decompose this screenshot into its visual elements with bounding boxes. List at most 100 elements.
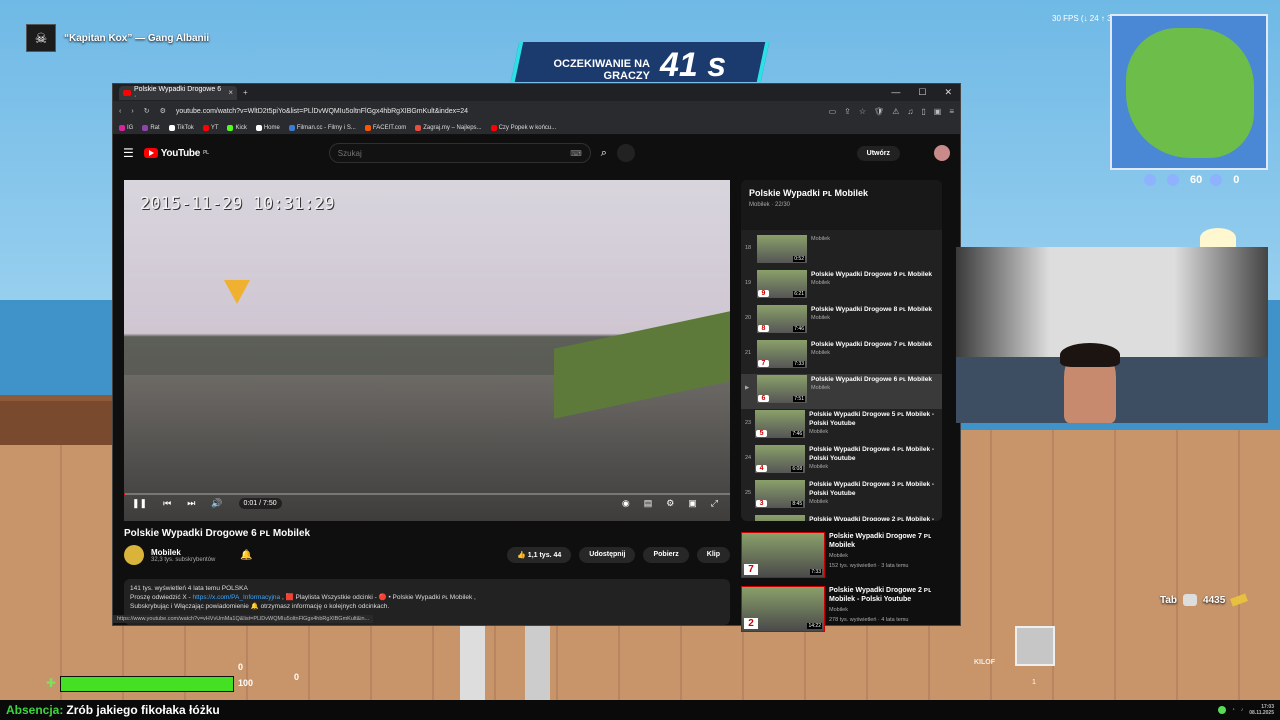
fullscreen-icon[interactable]: ⤢ (711, 498, 718, 509)
search-icon[interactable]: ⌕ (601, 147, 607, 160)
playlist-item[interactable]: 23 5 7:46 Polskie Wypadki Drogowe 5 ᴘʟ Mobi… (741, 409, 942, 444)
recommended-item[interactable]: 7 7:33 Polskie Wypadki Drogowe 7 ᴘʟ Mobile… (741, 532, 946, 578)
gold-bar-icon (1230, 593, 1249, 607)
channel-row: Mobilek 32,3 tys. subskrybentów 🔔 👍 1,1 … (124, 545, 730, 565)
clip-button[interactable]: Klip (696, 547, 730, 563)
playlist-item-channel: Mobilek (809, 429, 829, 435)
pause-icon[interactable]: ❚❚ (132, 498, 147, 509)
account-avatar[interactable] (934, 145, 950, 161)
duration-label: 7:46 (791, 431, 804, 437)
download-button[interactable]: Pobierz (643, 547, 689, 563)
desc-link[interactable]: https://x.com/PA_Informacyjna (193, 594, 281, 601)
playlist-thumbnail: 8 7:46 (757, 305, 807, 333)
playlist-item[interactable]: 24 4 6:08 Polskie Wypadki Drogowe 4 ᴘʟ Mobi… (741, 444, 942, 479)
reload-icon[interactable]: ↻ (144, 107, 150, 115)
bookmark-item[interactable]: FACEIT.com (364, 124, 406, 131)
previous-icon[interactable]: ⏮ (163, 498, 171, 509)
miniplayer-icon[interactable]: ▣ (688, 498, 697, 509)
bookmark-item[interactable]: Rat (142, 124, 160, 131)
like-button[interactable]: 👍 1,1 tys. 44 (507, 547, 572, 563)
playlist-item[interactable]: 21 7 7:33 Polskie Wypadki Drogowe 7 ᴘʟ Mobi… (741, 339, 942, 374)
microphone-icon[interactable] (616, 144, 635, 162)
playlist-index: 25 (745, 490, 752, 496)
volume-icon[interactable]: 🔊 (211, 498, 222, 509)
tray-app-icon[interactable] (1217, 706, 1226, 714)
game-bench (0, 395, 130, 445)
share-icon[interactable]: ⇪ (844, 107, 851, 116)
recommended-item[interactable]: 2 14:22 Polskie Wypadki Drogowe 2 ᴘʟ Mobil… (741, 586, 946, 632)
bookmark-item[interactable]: Kick (227, 124, 247, 131)
playlist-item[interactable]: 25 3 8:45 Polskie Wypadki Drogowe 3 ᴘʟ Mobi… (741, 479, 942, 514)
next-icon[interactable]: ⏭ (187, 498, 195, 509)
bookmark-icon (119, 124, 125, 131)
youtube-play-icon (143, 148, 158, 158)
playlist-item-title: Polskie Wypadki Drogowe 5 ᴘʟ Mobilek - P… (809, 411, 935, 427)
music-icon[interactable]: ♫ (907, 107, 913, 116)
bookmark-item[interactable]: Home (255, 124, 280, 131)
duration-label: 0:52 (793, 256, 805, 262)
bookmark-item[interactable]: Zagraj.my – Najleps... (415, 124, 482, 131)
browser-window: Polskie Wypadki Drogowe 6 · × + — ☐ ✕ ‹ … (112, 83, 961, 632)
channel-avatar[interactable] (124, 545, 144, 565)
channel-name[interactable]: Mobilek (151, 548, 215, 557)
share-button[interactable]: Udostępnij (579, 547, 636, 563)
create-button[interactable]: Utwórz (856, 145, 900, 161)
keyboard-icon[interactable]: ⌨ (570, 149, 582, 158)
back-icon[interactable]: ‹ (119, 108, 121, 115)
screen-icon[interactable]: ▭ (829, 107, 837, 116)
bookmark-item[interactable]: Filman.cc - Filmy i S... (288, 124, 356, 131)
bookmark-icon (202, 124, 209, 131)
playlist-item[interactable]: ▶ 6 7:51 Polskie Wypadki Drogowe 6 ᴘʟ Mobil… (741, 374, 942, 409)
menu-icon[interactable]: ≡ (949, 107, 954, 116)
maximize-icon[interactable]: ☐ (918, 87, 926, 98)
bookmark-star-icon[interactable]: ☆ (859, 107, 866, 116)
playlist-item[interactable]: 26 214:22Polskie Wypadki Drogowe 2 ᴘʟ Mob… (741, 514, 942, 521)
player-controls-left: ❚❚ ⏮ ⏭ 🔊 0:01 / 7:50 (132, 498, 282, 509)
playlist-item[interactable]: 20 8 7:46 Polskie Wypadki Drogowe 8 ᴘʟ Mobi… (741, 304, 942, 339)
bookmarks-bar: IG Rat TikTok YT Kick Home Filman.cc - Filmy i… (113, 121, 960, 135)
playlist-item[interactable]: 19 9 6:21 Polskie Wypadki Drogowe 9 ᴘʟ Mobi… (741, 269, 942, 304)
playlist-title[interactable]: Polskie Wypadki ᴘʟ Mobilek (749, 188, 934, 198)
site-info-icon[interactable]: ⚙ (160, 107, 166, 115)
bookmark-label: Czy Popek w końcu... (498, 124, 557, 131)
status-bar-url: https://www.youtube.com/watch?v=vHVvUmMa… (113, 615, 374, 623)
close-window-icon[interactable]: ✕ (944, 87, 952, 98)
url-field[interactable]: youtube.com/watch?v=WltD2t5piYo&list=PLl… (176, 108, 596, 115)
video-player[interactable]: 2015-11-29 10:31:29 ❚❚ ⏮ ⏭ 🔊 0:01 / 7:50… (124, 180, 730, 521)
autoplay-icon[interactable]: ◉ (622, 498, 630, 509)
episode-badge: 2 (744, 618, 758, 629)
wallet-icon[interactable]: ▣ (934, 107, 942, 116)
new-tab-icon[interactable]: + (243, 88, 248, 97)
playlist-index: 20 (745, 315, 752, 321)
recommended-title: Polskie Wypadki Drogowe 2 ᴘʟ Mobilek - P… (829, 587, 932, 603)
wifi-icon[interactable]: ◔ (1232, 707, 1235, 713)
bookmark-item[interactable]: IG (119, 124, 133, 131)
progress-bar[interactable] (124, 493, 730, 495)
youtube-logo[interactable]: YouTube PL (143, 148, 209, 159)
duration-label: 7:46 (793, 326, 805, 332)
playlist-item[interactable]: 18 0:52 Mobilek (741, 234, 942, 269)
vpn-icon[interactable]: ⚠ (892, 107, 899, 116)
bookmark-item[interactable]: YT (202, 124, 218, 131)
settings-gear-icon[interactable]: ⚙ (666, 498, 674, 509)
bookmark-item[interactable]: TikTok (168, 124, 194, 131)
playlist-index: 23 (745, 420, 752, 426)
close-tab-icon[interactable]: × (228, 88, 233, 97)
bookmark-icon (415, 124, 422, 131)
pickaxe-slot[interactable] (1015, 626, 1055, 666)
browser-tab[interactable]: Polskie Wypadki Drogowe 6 · × (119, 85, 237, 100)
search-box[interactable]: ⌨ (328, 143, 591, 163)
brave-shield-icon[interactable]: 🛡 (874, 107, 884, 116)
volume-tray-icon[interactable]: ♪ (1241, 707, 1244, 713)
subtitles-icon[interactable]: ▤ (644, 498, 653, 509)
bookmark-item[interactable]: Czy Popek w końcu... (490, 124, 557, 131)
hamburger-menu-icon[interactable]: ☰ (123, 146, 134, 160)
search-input[interactable] (337, 148, 571, 158)
minimize-icon[interactable]: — (891, 87, 900, 98)
tray-clock[interactable]: 17:03 08.11.2025 (1249, 704, 1274, 716)
chat-username: Absencja: (6, 703, 64, 717)
episode-badge: 4 (756, 465, 768, 472)
sidebar-icon[interactable]: ▯ (921, 107, 925, 116)
bell-icon[interactable]: 🔔 (240, 550, 252, 561)
forward-icon[interactable]: › (131, 108, 133, 115)
